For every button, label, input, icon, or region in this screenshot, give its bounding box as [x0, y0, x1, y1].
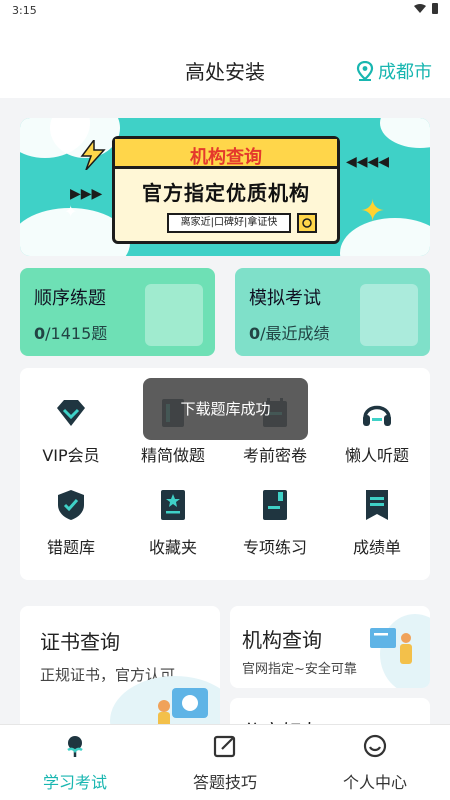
banner-subtitle: 官方指定优质机构	[142, 181, 310, 205]
search-button-icon	[297, 213, 317, 233]
status-bar: 3:15	[0, 0, 450, 22]
card-progress: 0/1415题	[34, 324, 108, 343]
battery-icon	[432, 3, 438, 14]
sequential-practice-card[interactable]: 顺序练题 0/1415题	[20, 268, 215, 356]
vip-diamond-icon	[57, 400, 85, 426]
banner-tags: 离家近|口碑好|拿证快	[167, 213, 291, 233]
feature-transcript[interactable]: 成绩单	[326, 488, 428, 558]
tab-answer-tips[interactable]: 答题技巧	[150, 733, 300, 793]
tab-profile[interactable]: 个人中心	[300, 733, 450, 793]
sparkle-icon: ✦	[64, 202, 78, 221]
sparkle-icon: ✦	[360, 194, 386, 229]
feature-wrong-questions[interactable]: 错题库	[20, 488, 122, 558]
city-selector[interactable]: 成都市	[356, 58, 432, 84]
tab-study-exam[interactable]: 学习考试	[0, 733, 150, 793]
smile-icon	[363, 734, 387, 758]
notebook-icon	[263, 490, 287, 520]
arrow-decoration: ◀◀◀◀	[346, 154, 390, 170]
feature-favorites[interactable]: 收藏夹	[122, 488, 224, 558]
banner-window: 机构查询 官方指定优质机构 离家近|口碑好|拿证快	[112, 136, 340, 244]
app-header: 高处安装 成都市	[0, 22, 450, 98]
card-subtitle: 官网指定~安全可靠	[242, 662, 357, 677]
toast-message: 下载题库成功	[143, 378, 308, 440]
banner-title: 机构查询	[190, 147, 262, 168]
report-icon	[366, 490, 388, 520]
card-progress: 0/最近成绩	[249, 324, 330, 343]
card-title: 机构查询	[242, 628, 322, 652]
city-label: 成都市	[378, 62, 432, 83]
shield-check-icon	[58, 490, 84, 520]
feature-vip[interactable]: VIP会员	[20, 396, 122, 466]
bottom-tab-bar: 学习考试 答题技巧 个人中心	[0, 724, 450, 800]
location-pin-icon	[356, 61, 374, 81]
arrow-decoration: ▶▶▶	[70, 186, 103, 202]
card-title: 证书查询	[40, 630, 120, 654]
mock-exam-card[interactable]: 模拟考试 0/最近成绩	[235, 268, 430, 356]
wifi-icon	[414, 3, 426, 13]
feature-special-practice[interactable]: 专项练习	[224, 488, 326, 558]
institution-query-card[interactable]: 机构查询 官网指定~安全可靠	[230, 606, 430, 688]
star-doc-icon	[161, 490, 185, 520]
sprout-icon	[67, 736, 83, 757]
edit-icon	[213, 735, 236, 758]
status-time: 3:15	[12, 4, 37, 17]
headphones-icon	[363, 405, 391, 426]
lightning-icon	[80, 140, 106, 170]
feature-listen[interactable]: 懒人听题	[326, 396, 428, 466]
institution-illustration	[370, 628, 412, 664]
card-title: 顺序练题	[34, 288, 106, 309]
institution-banner[interactable]: ✦ ✦ ◀◀◀◀ ▶▶▶ 机构查询 官方指定优质机构 离家近|口碑好|拿证快	[20, 118, 430, 256]
card-title: 模拟考试	[249, 288, 321, 309]
